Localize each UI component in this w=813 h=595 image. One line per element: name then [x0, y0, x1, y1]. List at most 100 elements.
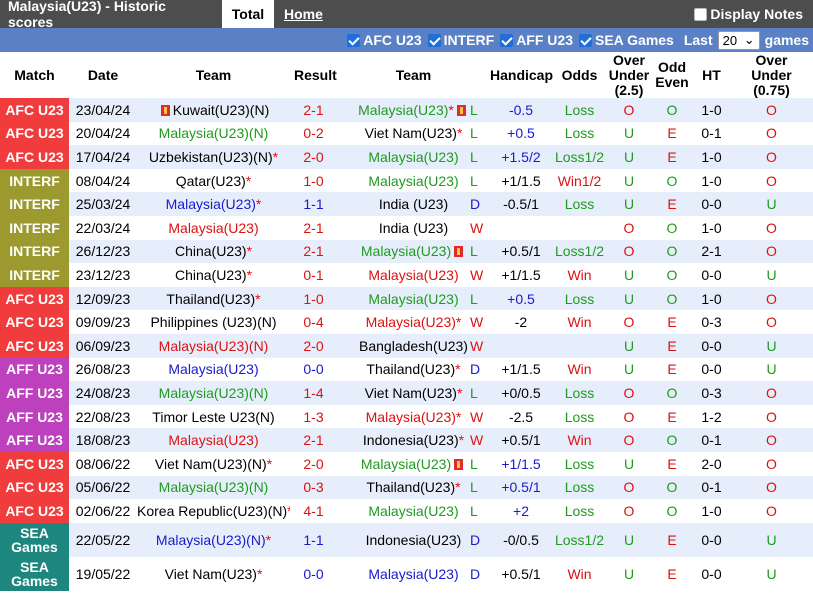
display-notes-checkbox[interactable]: [694, 7, 708, 21]
home-team[interactable]: Qatar(U23)*: [137, 168, 290, 193]
home-team[interactable]: Malaysia(U23)(N): [137, 121, 290, 146]
match-competition[interactable]: AFC U23: [0, 98, 69, 122]
away-team[interactable]: Malaysia(U23): [337, 239, 490, 264]
away-team[interactable]: Bangladesh(U23): [337, 333, 490, 358]
match-competition[interactable]: AFC U23: [0, 475, 69, 500]
match-result[interactable]: 0-0: [290, 556, 337, 591]
odd-even: O: [651, 286, 693, 311]
away-team[interactable]: Malaysia(U23): [337, 556, 490, 591]
away-team[interactable]: Malaysia(U23)*: [337, 98, 490, 122]
home-team[interactable]: Malaysia(U23): [137, 357, 290, 382]
match-result[interactable]: 2-1: [290, 98, 337, 122]
match-competition-text: INTERF: [9, 196, 60, 213]
away-team[interactable]: Malaysia(U23)*: [337, 310, 490, 334]
over-under-25: O: [607, 98, 651, 122]
filter-sea-games-checkbox[interactable]: [578, 33, 592, 47]
match-competition[interactable]: AFC U23: [0, 310, 69, 334]
away-team[interactable]: Viet Nam(U23)*: [337, 381, 490, 405]
match-competition[interactable]: SEA Games: [0, 522, 69, 557]
match-result[interactable]: 0-0: [290, 357, 337, 382]
match-result[interactable]: 0-2: [290, 121, 337, 146]
display-notes-toggle[interactable]: Display Notes: [694, 0, 803, 28]
match-competition[interactable]: AFC U23: [0, 451, 69, 476]
home-team[interactable]: Malaysia(U23)(N): [137, 381, 290, 405]
match-date-text: 23/12/23: [75, 266, 131, 283]
home-team[interactable]: Malaysia(U23)*: [137, 192, 290, 216]
away-team[interactable]: Malaysia(U23): [337, 168, 490, 193]
away-team[interactable]: Malaysia(U23): [337, 145, 490, 169]
match-competition[interactable]: AFC U23: [0, 121, 69, 146]
away-team[interactable]: Indonesia(U23): [337, 522, 490, 557]
match-result[interactable]: 4-1: [290, 499, 337, 523]
games-count-select[interactable]: 20 ⌄: [717, 30, 760, 50]
filter-afc-u23[interactable]: AFC U23: [347, 32, 422, 48]
match-competition[interactable]: AFF U23: [0, 428, 69, 452]
match-competition[interactable]: INTERF: [0, 263, 69, 287]
home-team[interactable]: Viet Nam(U23)(N)*: [137, 451, 290, 476]
home-team[interactable]: Malaysia(U23): [137, 215, 290, 240]
home-team[interactable]: Viet Nam(U23)*: [137, 556, 290, 591]
match-result[interactable]: 1-0: [290, 168, 337, 193]
filter-afc-u23-checkbox[interactable]: [347, 33, 361, 47]
away-team[interactable]: Malaysia(U23): [337, 286, 490, 311]
match-competition[interactable]: INTERF: [0, 239, 69, 264]
match-competition[interactable]: INTERF: [0, 168, 69, 193]
filter-interf-checkbox[interactable]: [427, 33, 441, 47]
away-team[interactable]: India (U23): [337, 192, 490, 216]
win-loss: L: [470, 290, 478, 307]
match-result[interactable]: 1-1: [290, 522, 337, 557]
match-result[interactable]: 2-1: [290, 428, 337, 452]
match-result[interactable]: 0-3: [290, 475, 337, 500]
home-team[interactable]: Kuwait(U23)(N): [137, 98, 290, 122]
home-team[interactable]: Timor Leste U23(N): [137, 404, 290, 429]
match-competition[interactable]: AFC U23: [0, 333, 69, 358]
match-competition[interactable]: AFC U23: [0, 145, 69, 169]
filter-aff-u23-checkbox[interactable]: [500, 33, 514, 47]
match-result[interactable]: 0-1: [290, 263, 337, 287]
home-team[interactable]: Malaysia(U23)(N): [137, 333, 290, 358]
match-result[interactable]: 2-1: [290, 215, 337, 240]
away-team[interactable]: Malaysia(U23): [337, 263, 490, 287]
filter-sea-games[interactable]: SEA Games: [578, 32, 674, 48]
match-result[interactable]: 2-0: [290, 451, 337, 476]
home-team[interactable]: Korea Republic(U23)(N)*: [137, 499, 290, 523]
match-result[interactable]: 1-4: [290, 381, 337, 405]
home-team[interactable]: Malaysia(U23)(N): [137, 475, 290, 500]
match-result[interactable]: 2-1: [290, 239, 337, 264]
home-team[interactable]: Thailand(U23)*: [137, 286, 290, 311]
away-team[interactable]: Malaysia(U23): [337, 499, 490, 523]
home-team[interactable]: Philippines (U23)(N): [137, 310, 290, 334]
away-team[interactable]: Thailand(U23)*: [337, 357, 490, 382]
home-team[interactable]: China(U23)*: [137, 239, 290, 264]
away-team[interactable]: Indonesia(U23)*: [337, 428, 490, 452]
filter-interf[interactable]: INTERF: [427, 32, 494, 48]
filter-aff-u23[interactable]: AFF U23: [500, 32, 573, 48]
away-team[interactable]: Malaysia(U23)*: [337, 404, 490, 429]
away-team[interactable]: India (U23): [337, 215, 490, 240]
match-result[interactable]: 1-3: [290, 404, 337, 429]
home-team[interactable]: Malaysia(U23): [137, 428, 290, 452]
match-result[interactable]: 2-0: [290, 145, 337, 169]
home-team[interactable]: China(U23)*: [137, 263, 290, 287]
match-result[interactable]: 1-0: [290, 286, 337, 311]
match-competition[interactable]: AFF U23: [0, 381, 69, 405]
odds-result: Loss1/2: [552, 522, 607, 557]
match-result[interactable]: 0-4: [290, 310, 337, 334]
away-team[interactable]: Viet Nam(U23)*: [337, 121, 490, 146]
match-competition[interactable]: INTERF: [0, 192, 69, 216]
match-competition[interactable]: AFC U23: [0, 286, 69, 311]
tab-total[interactable]: Total: [222, 0, 274, 28]
match-competition[interactable]: AFC U23: [0, 499, 69, 523]
away-team[interactable]: Thailand(U23)*: [337, 475, 490, 500]
match-competition[interactable]: INTERF: [0, 215, 69, 240]
match-result[interactable]: 1-1: [290, 192, 337, 216]
match-competition[interactable]: AFF U23: [0, 404, 69, 429]
home-team[interactable]: Malaysia(U23)(N)*: [137, 522, 290, 557]
home-team[interactable]: Uzbekistan(U23)(N)*: [137, 145, 290, 169]
match-competition[interactable]: SEA Games: [0, 556, 69, 591]
match-date-text: 12/09/23: [75, 290, 131, 307]
tab-home[interactable]: Home: [274, 0, 333, 28]
match-competition[interactable]: AFF U23: [0, 357, 69, 382]
away-team[interactable]: Malaysia(U23): [337, 451, 490, 476]
match-result[interactable]: 2-0: [290, 333, 337, 358]
